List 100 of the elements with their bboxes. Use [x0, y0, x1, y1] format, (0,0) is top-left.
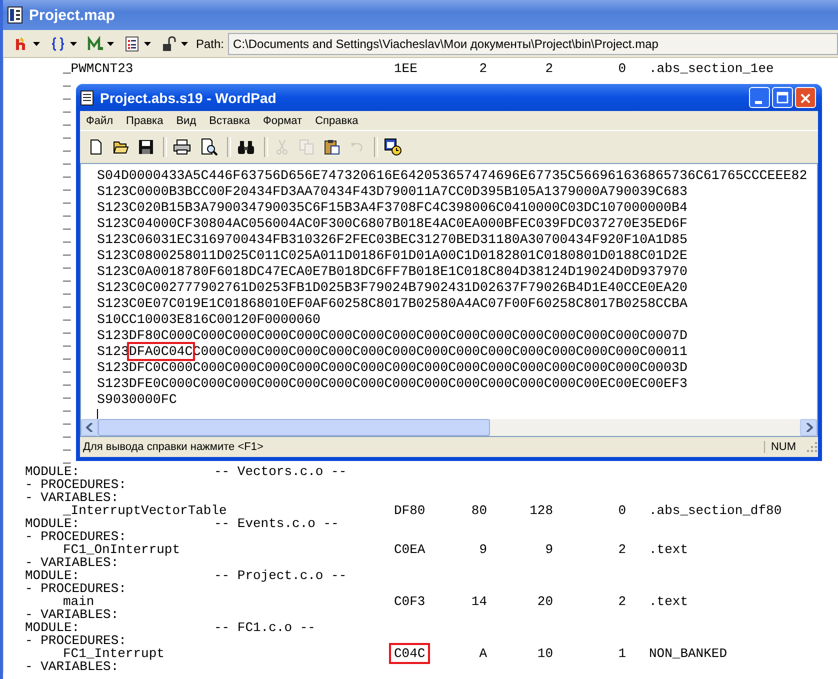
symbol-name: _	[63, 140, 71, 153]
symbol-name: _	[63, 231, 71, 244]
symbol-name: _	[63, 322, 71, 335]
count-value: 0	[617, 62, 626, 75]
symbol-name: _	[63, 179, 71, 192]
maximize-button[interactable]	[772, 87, 793, 108]
notepad-icon	[80, 90, 94, 106]
section-header: - PROCEDURES:	[25, 634, 126, 647]
menu-item[interactable]: Вставка	[203, 114, 258, 126]
address-value: 1EE	[393, 60, 418, 78]
scroll-right-button[interactable]	[800, 419, 817, 436]
module-label: MODULE:	[25, 465, 81, 478]
section-header: - PROCEDURES:	[25, 478, 126, 491]
list-icon[interactable]	[124, 36, 140, 52]
symbol-name: _	[63, 257, 71, 270]
minimize-icon	[755, 101, 762, 104]
symbol-name: _	[63, 400, 71, 413]
size-value: 9	[478, 543, 487, 556]
symbol-name: _	[63, 205, 71, 218]
dropdown-caret-icon[interactable]	[70, 42, 77, 46]
size-value: 2	[544, 62, 553, 75]
symbol-name: _	[63, 75, 71, 88]
size-value: 128	[528, 504, 553, 517]
menu-item[interactable]: Вид	[170, 114, 204, 126]
count-value: 2	[617, 595, 626, 608]
symbol-name: _	[63, 270, 71, 283]
binoculars-icon[interactable]	[237, 139, 255, 155]
horizontal-scrollbar[interactable]	[81, 419, 817, 436]
hex-text: S123C020B15B3A790034790035C6F15B3A4F3708FC4C398006C0410000C03DC107000000B4	[97, 200, 688, 215]
dropdown-caret-icon[interactable]	[33, 42, 40, 46]
symbol-name: _PWMCNT23	[63, 62, 134, 75]
size-value: 80	[470, 504, 487, 517]
hex-text: S123C0800258011D025C011C025A011D0186F01D01A00C1D0182801C0180801D0188C01D2E	[97, 248, 688, 263]
print-preview-icon[interactable]	[200, 138, 218, 156]
symbol-name: FC1_OnInterrupt	[63, 543, 180, 556]
section-value: .abs_section_1ee	[648, 62, 774, 75]
symbol-name: _	[63, 387, 71, 400]
menu-item[interactable]: Правка	[120, 114, 170, 126]
section-value: .text	[648, 595, 688, 608]
hex-text: DFA0C04C	[128, 344, 193, 359]
count-value: 0	[617, 504, 626, 517]
hex-text: S123C06031EC3169700434FB310326F2FEC03BEC31270BED31180A30700434F920F10A1D85	[97, 232, 688, 247]
module-label: MODULE:	[25, 517, 80, 530]
clipboard-icon[interactable]	[324, 139, 340, 155]
module-name: -- FC1.c.o --	[214, 621, 316, 634]
symbol-name: _	[63, 439, 71, 452]
hex-text: S123DF80C000C000C000C000C000C000C000C000C000C000C000C000C000C000C000C0007D	[97, 328, 688, 343]
symbol-name: _	[63, 114, 71, 127]
hex-text: S04D0000433A5C446F63756D656E747320616E642053657474696E67735C566961636865736C61765CCCEEE82	[97, 168, 808, 183]
symbol-name: _	[63, 335, 71, 348]
size-value: 20	[536, 595, 553, 608]
hex-text: S123C0000B3BCC00F20434FD3AA70434F43D790011A7CC0D395B105A1379000A790039C683	[97, 184, 688, 199]
menu-item[interactable]: Справка	[309, 114, 366, 126]
module-name: -- Project.c.o --	[214, 569, 347, 582]
scroll-left-button[interactable]	[81, 419, 98, 436]
resize-grip-icon[interactable]	[806, 441, 818, 453]
symbol-name: _	[63, 452, 71, 465]
zigzag-icon[interactable]	[87, 36, 103, 52]
section-header: - PROCEDURES:	[25, 530, 126, 543]
close-button[interactable]	[795, 87, 816, 108]
symbol-name: _	[63, 283, 71, 296]
hex-text: S123DFE0C000C000C000C000C000C000C000C000C000C000C000C000C000C00EC00EC00EF3	[97, 376, 688, 391]
section-header: - VARIABLES:	[25, 556, 119, 569]
printer-icon[interactable]	[173, 139, 191, 155]
count-value: 2	[617, 543, 626, 556]
symbol-name: _	[63, 88, 71, 101]
braces-icon[interactable]	[50, 36, 66, 52]
dropdown-caret-icon[interactable]	[181, 42, 188, 46]
menu-item[interactable]: Файл	[80, 114, 120, 126]
open-folder-icon[interactable]	[113, 139, 129, 155]
hex-text: S123DFC0C000C000C000C000C000C000C000C000C000C000C000C000C000C000C000C0003D	[97, 360, 688, 375]
symbol-name: _	[63, 127, 71, 140]
dropdown-caret-icon[interactable]	[107, 42, 114, 46]
symbol-name: _	[63, 426, 71, 439]
dropdown-caret-icon[interactable]	[144, 42, 151, 46]
hex-text: S123C0E07C019E1C01868010EF0AF60258C8017B02580A4AC07F00F60258C8017B0258CCBA	[97, 296, 688, 311]
menu-item[interactable]: Формат	[257, 114, 310, 126]
address-value: C0EA	[393, 541, 426, 559]
symbol-name: _	[63, 166, 71, 179]
window-title: Project.map	[29, 6, 115, 24]
calendar-clock-icon[interactable]	[384, 138, 402, 156]
size-value: 10	[536, 647, 553, 660]
address-value: DF80	[393, 502, 426, 520]
scroll-thumb[interactable]	[98, 419, 490, 436]
status-text: Для вывода справки нажмите <F1>	[83, 441, 264, 453]
size-value: 2	[478, 62, 487, 75]
path-field[interactable]: C:\Documents and Settings\Viacheslav\Мои документы\Project\bin\Project.map	[228, 32, 838, 54]
size-value: A	[478, 647, 487, 660]
symbol-name: _	[63, 101, 71, 114]
padlock-icon[interactable]	[161, 36, 177, 52]
num-lock-indicator: NUM	[764, 441, 802, 453]
count-value: 1	[617, 647, 626, 660]
address-value: C0F3	[393, 593, 426, 611]
symbol-name: _	[63, 153, 71, 166]
new-document-icon[interactable]	[88, 139, 104, 155]
minimize-button[interactable]	[749, 87, 770, 108]
symbol-name: _	[63, 296, 71, 309]
section-header: - VARIABLES:	[25, 660, 119, 673]
section-value: NON_BANKED	[648, 647, 728, 660]
window-title: Project.abs.s19 - WordPad	[100, 90, 278, 106]
